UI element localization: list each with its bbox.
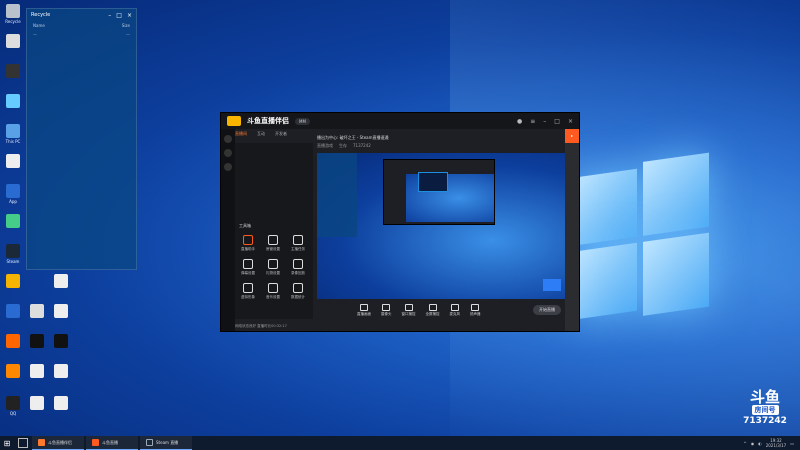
column-size[interactable]: Size — [122, 23, 130, 28]
stream-preview[interactable] — [317, 153, 567, 299]
desktop-icon[interactable] — [50, 396, 72, 422]
qq-icon[interactable]: QQ — [2, 396, 24, 422]
notification-icon[interactable]: ▭ — [790, 441, 794, 446]
camera-button[interactable]: 摄像头 — [381, 303, 392, 317]
stream-title[interactable]: 播出为中心: 破坏之王 - Steam直播速通 — [317, 135, 389, 141]
menu-icon[interactable]: ≡ — [530, 118, 535, 125]
task-view-icon[interactable] — [18, 438, 28, 448]
desktop-icon[interactable] — [26, 396, 48, 422]
explorer-titlebar[interactable]: Recycle – □ × — [27, 9, 136, 21]
capture-toolbar: 直播画面 摄像头 窗口捕捉 全屏捕捉 麦克风 扬声器 开始直播 — [317, 301, 567, 319]
desktop-icon[interactable] — [2, 274, 24, 300]
tool-item[interactable]: 弹幕设置 — [237, 259, 259, 276]
explorer-title: Recycle — [31, 12, 51, 18]
desktop-icon[interactable] — [50, 274, 72, 300]
capture-scene-button[interactable]: 直播画面 — [357, 303, 371, 317]
desktop-icon[interactable] — [2, 94, 24, 120]
clock[interactable]: 19:32 2021/3/17 — [766, 438, 787, 448]
tray-chevron-icon[interactable]: ^ — [743, 441, 746, 446]
client-titlebar[interactable]: 斗鱼直播伴侣 MM ● ≡ – □ × — [221, 113, 579, 129]
client-left-nav — [221, 129, 235, 331]
close-icon[interactable]: × — [127, 12, 132, 19]
taskbar-app[interactable]: Steam 直播 — [140, 436, 192, 450]
desktop-icon[interactable] — [2, 34, 24, 60]
close-icon[interactable]: × — [568, 118, 573, 125]
desktop-icon[interactable] — [2, 64, 24, 90]
fullscreen-capture-button[interactable]: 全屏捕捉 — [426, 303, 440, 317]
desktop-icon[interactable]: Recycle — [2, 4, 24, 30]
taskbar-app[interactable]: 斗鱼直播伴侣 — [32, 436, 84, 450]
desktop-icon[interactable] — [50, 334, 72, 360]
window-capture-button[interactable]: 窗口捕捉 — [402, 303, 416, 317]
desktop-icon[interactable] — [50, 304, 72, 330]
client-tabs: 直播间 互动 开发者 — [235, 131, 287, 137]
tool-item[interactable]: 礼物设置 — [262, 259, 284, 276]
taskbar-app[interactable]: 斗鱼直播 — [86, 436, 138, 450]
nested-client-preview — [383, 159, 495, 225]
douyu-room-badge: 斗鱼 房间号 7137242 — [740, 389, 790, 437]
client-brand: 斗鱼直播伴侣 — [247, 117, 289, 125]
volume-icon[interactable]: ◐ — [758, 441, 762, 446]
steam-icon[interactable]: Steam — [2, 244, 24, 270]
file-explorer-window[interactable]: Recycle – □ × Name Size — — — [26, 8, 137, 270]
desktop-icon[interactable] — [2, 334, 24, 360]
minimize-icon[interactable]: – — [108, 12, 111, 19]
douyu-logo: 斗鱼 — [749, 388, 780, 406]
tools-title: 工具箱 — [239, 223, 251, 228]
go-live-button[interactable]: 开始直播 — [533, 305, 561, 315]
speaker-button[interactable]: 扬声器 — [470, 303, 481, 317]
taskbar: ⊞ 斗鱼直播伴侣 斗鱼直播 Steam 直播 ^ ◉ ◐ 19:32 2021/… — [0, 436, 800, 450]
status-text: 网络状态良好 直播时长00:32:17 — [235, 324, 287, 328]
tool-item[interactable]: 录像回放 — [287, 259, 309, 276]
version-pill[interactable]: MM — [295, 117, 310, 125]
microphone-button[interactable]: 麦克风 — [450, 303, 460, 317]
tool-item[interactable]: 主播任务 — [287, 235, 309, 252]
desktop-icon[interactable] — [2, 214, 24, 240]
right-panel: ▸ — [565, 129, 579, 331]
douyu-streamer-client[interactable]: 斗鱼直播伴侣 MM ● ≡ – □ × 直播间 互动 开发者 工具箱 直播助手 … — [220, 112, 580, 332]
douyu-logo-icon — [227, 116, 241, 126]
avatar[interactable]: ● — [517, 118, 522, 125]
desktop-icon[interactable]: App — [2, 184, 24, 210]
column-name[interactable]: Name — [33, 23, 45, 28]
desktop-icon[interactable] — [2, 154, 24, 180]
tab-interaction[interactable]: 互动 — [257, 131, 265, 137]
desktop-icon[interactable]: This PC — [2, 124, 24, 150]
preview-badge — [543, 279, 561, 291]
windows-wallpaper-logo — [575, 152, 710, 328]
maximize-icon[interactable]: □ — [554, 118, 560, 125]
explorer-columns: Name Size — [27, 21, 136, 30]
system-tray: ^ ◉ ◐ 19:32 2021/3/17 ▭ — [743, 438, 800, 448]
tool-item[interactable]: 虚拟形象 — [237, 283, 259, 300]
tool-item[interactable]: 数据统计 — [287, 283, 309, 300]
desktop-icon[interactable] — [26, 334, 48, 360]
tool-item[interactable]: 音乐设置 — [262, 283, 284, 300]
minimize-icon[interactable]: – — [543, 118, 546, 125]
tools-panel: 工具箱 直播助手 房管设置 主播任务 弹幕设置 礼物设置 录像回放 虚拟形象 音… — [235, 143, 313, 319]
maximize-icon[interactable]: □ — [116, 12, 122, 19]
tool-item[interactable]: 直播助手 — [237, 235, 259, 252]
desktop-icon[interactable] — [26, 364, 48, 390]
tab-live-room[interactable]: 直播间 — [235, 131, 247, 137]
desktop-icon[interactable] — [2, 364, 24, 390]
desktop-icon[interactable] — [50, 364, 72, 390]
tab-developer[interactable]: 开发者 — [275, 131, 287, 137]
room-number: 7137242 — [743, 416, 787, 426]
windows-start-icon[interactable]: ⊞ — [0, 436, 14, 450]
desktop-icon[interactable] — [26, 304, 48, 330]
tool-item[interactable]: 房管设置 — [262, 235, 284, 252]
room-label: 房间号 — [751, 405, 779, 415]
preview-explorer — [317, 153, 357, 237]
desktop-icon[interactable] — [2, 304, 24, 330]
explorer-row[interactable]: — — — [27, 30, 136, 39]
stream-subinfo: 直播游戏 生存 7137242 — [317, 143, 371, 148]
network-icon[interactable]: ◉ — [751, 441, 755, 446]
